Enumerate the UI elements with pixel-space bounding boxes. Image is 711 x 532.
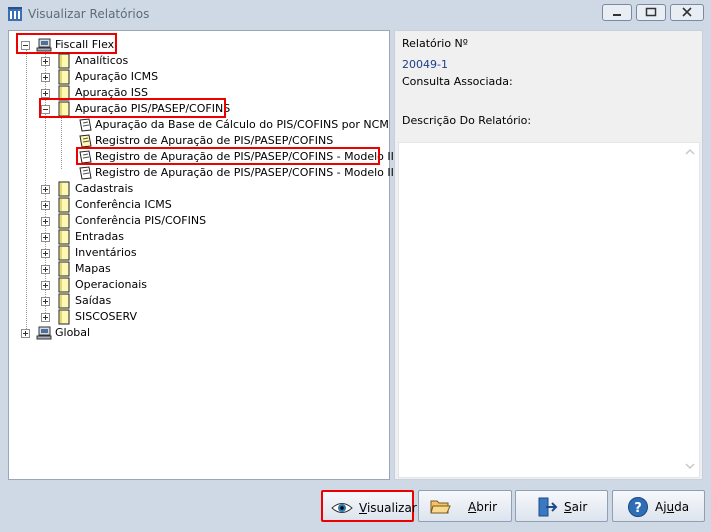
description-text-area[interactable] xyxy=(398,142,700,478)
expand-icon[interactable] xyxy=(41,217,50,226)
report-icon xyxy=(79,166,92,180)
eye-icon xyxy=(331,503,353,513)
highlight-box xyxy=(39,98,226,118)
abrir-button[interactable]: Abrir xyxy=(418,490,512,522)
tree-guide xyxy=(26,45,27,331)
book-icon xyxy=(58,53,70,69)
book-icon xyxy=(58,309,70,325)
expand-icon[interactable] xyxy=(41,265,50,274)
book-icon xyxy=(58,197,70,213)
abrir-label: Abrir xyxy=(468,500,498,514)
open-folder-icon xyxy=(430,500,451,514)
book-icon xyxy=(58,181,70,197)
tree-node-label: SISCOSERV xyxy=(75,310,138,323)
minimize-button[interactable] xyxy=(602,4,632,21)
book-icon xyxy=(58,293,70,309)
tree-node-label: Entradas xyxy=(75,230,124,243)
tree-node-label: Conferência ICMS xyxy=(75,198,172,211)
tree-node[interactable]: SISCOSERV xyxy=(41,309,341,325)
tree-node-label: Conferência PIS/COFINS xyxy=(75,214,207,227)
title-bar: Visualizar Relatórios xyxy=(0,0,711,28)
book-icon xyxy=(58,69,70,85)
report-details-panel: Relatório Nº 20049-1 Consulta Associada:… xyxy=(394,30,703,480)
book-icon xyxy=(58,245,70,261)
associated-query-label: Consulta Associada: xyxy=(402,75,513,88)
expand-icon[interactable] xyxy=(21,329,30,338)
highlight-box xyxy=(16,33,117,54)
tree-node[interactable]: Entradas xyxy=(41,229,341,245)
book-icon xyxy=(58,277,70,293)
description-label: Descrição Do Relatório: xyxy=(402,114,532,127)
report-label: Registro de Apuração de PIS/PASEP/COFINS… xyxy=(95,166,398,179)
report-label: Apuração da Base de Cálculo do PIS/COFIN… xyxy=(95,118,389,131)
book-icon xyxy=(58,229,70,245)
book-icon xyxy=(58,213,70,229)
maximize-button[interactable] xyxy=(636,4,666,21)
visualizar-label: Visualizar xyxy=(359,501,417,515)
tree-node[interactable]: Conferência PIS/COFINS xyxy=(41,213,341,229)
expand-icon[interactable] xyxy=(41,249,50,258)
minimize-icon xyxy=(613,14,621,16)
tree-node[interactable]: Mapas xyxy=(41,261,341,277)
help-icon: ? xyxy=(628,497,648,517)
report-icon xyxy=(79,118,92,132)
computer-icon xyxy=(36,326,52,340)
exit-door-icon xyxy=(538,497,558,517)
expand-icon[interactable] xyxy=(41,73,50,82)
maximize-icon xyxy=(645,7,657,17)
report-number-value: 20049-1 xyxy=(402,58,448,71)
report-tree[interactable]: Fiscall Flex Analíticos Apuração ICMS Ap… xyxy=(8,30,397,480)
ajuda-button[interactable]: ? Ajuda xyxy=(612,490,705,522)
expand-icon[interactable] xyxy=(41,233,50,242)
tree-node[interactable]: Conferência ICMS xyxy=(41,197,341,213)
expand-icon[interactable] xyxy=(41,281,50,290)
scroll-down-icon[interactable] xyxy=(685,461,695,471)
report-number-label: Relatório Nº xyxy=(402,37,468,50)
book-icon xyxy=(58,261,70,277)
visualizar-button[interactable]: Visualizar xyxy=(321,490,417,522)
scroll-up-icon[interactable] xyxy=(685,147,695,157)
app-icon xyxy=(8,7,22,21)
report-item[interactable]: Apuração da Base de Cálculo do PIS/COFIN… xyxy=(77,117,389,133)
tree-guide xyxy=(61,109,62,169)
expand-icon[interactable] xyxy=(41,185,50,194)
tree-node[interactable]: Inventários xyxy=(41,245,341,261)
sair-label: Sair xyxy=(564,500,588,514)
svg-text:?: ? xyxy=(634,501,642,516)
window-title: Visualizar Relatórios xyxy=(28,7,150,21)
tree-node-label: Operacionais xyxy=(75,278,148,291)
tree-node[interactable]: Saídas xyxy=(41,293,341,309)
expand-icon[interactable] xyxy=(41,313,50,322)
close-icon xyxy=(682,7,692,17)
expand-icon[interactable] xyxy=(41,57,50,66)
expand-icon[interactable] xyxy=(41,89,50,98)
expand-icon[interactable] xyxy=(41,201,50,210)
close-button[interactable] xyxy=(670,4,704,21)
tree-node[interactable]: Operacionais xyxy=(41,277,341,293)
tree-node-label: Analíticos xyxy=(75,54,129,67)
sair-button[interactable]: Sair xyxy=(515,490,608,522)
tree-node-global[interactable]: Global xyxy=(21,325,131,341)
tree-node[interactable]: Cadastrais xyxy=(41,181,341,197)
tree-node-label: Mapas xyxy=(75,262,111,275)
ajuda-label: Ajuda xyxy=(655,500,690,514)
report-item[interactable]: Registro de Apuração de PIS/PASEP/COFINS… xyxy=(77,165,397,181)
tree-node-label: Cadastrais xyxy=(75,182,134,195)
tree-node-label: Apuração ICMS xyxy=(75,70,159,83)
expand-icon[interactable] xyxy=(41,297,50,306)
tree-node[interactable]: Analíticos xyxy=(41,53,341,69)
tree-node-label: Global xyxy=(55,326,91,339)
tree-node[interactable]: Apuração ICMS xyxy=(41,69,341,85)
highlight-box xyxy=(76,147,380,165)
tree-node-label: Inventários xyxy=(75,246,137,259)
tree-node-label: Saídas xyxy=(75,294,112,307)
